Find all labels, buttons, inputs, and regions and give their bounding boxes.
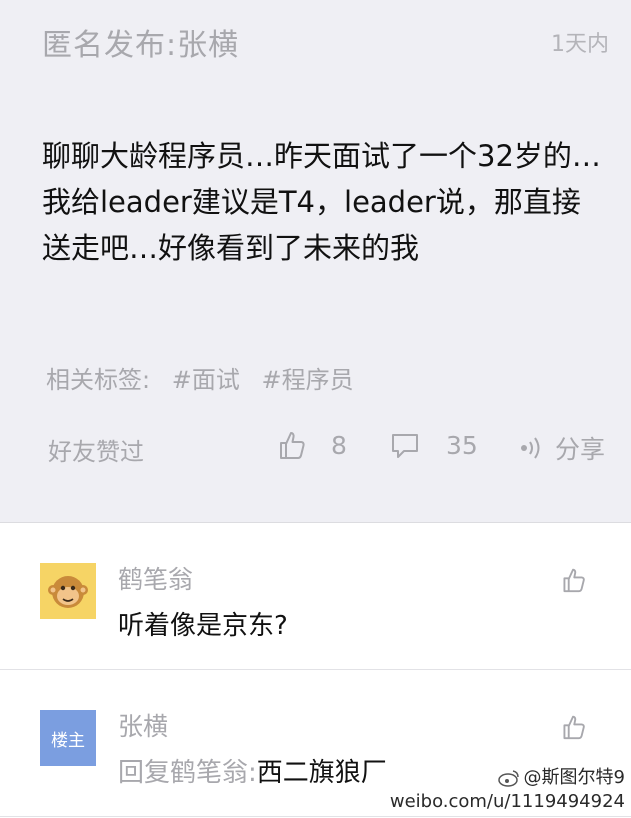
reply-text: 西二旗狼厂 xyxy=(256,758,387,788)
comment-text: 听着像是京东? xyxy=(118,611,288,641)
weibo-logo-icon xyxy=(497,770,519,787)
monkey-avatar-icon xyxy=(48,576,88,608)
share-broadcast-icon xyxy=(520,437,540,459)
thumbs-up-icon xyxy=(280,432,305,459)
comment-like-button[interactable] xyxy=(561,714,585,744)
watermark-url: weibo.com/u/1119494924 xyxy=(389,791,625,812)
thumbs-up-icon xyxy=(563,715,585,740)
post-author[interactable]: 匿名发布:张横 xyxy=(42,20,239,64)
comment-count: 35 xyxy=(446,430,478,460)
share-label: 分享 xyxy=(554,435,605,464)
tag-programmer[interactable]: #程序员 xyxy=(261,366,353,394)
avatar[interactable] xyxy=(40,563,96,619)
share-button[interactable]: 分享 xyxy=(519,430,605,466)
tags-label: 相关标签: xyxy=(46,366,151,394)
related-tags: 相关标签: #面试 #程序员 xyxy=(46,360,368,395)
like-count: 8 xyxy=(331,430,347,460)
reply-prefix[interactable]: 回复鹤笔翁: xyxy=(118,758,257,788)
post-actions: 好友赞过 8 35 分享 xyxy=(48,428,605,468)
commenter-name[interactable]: 鹤笔翁 xyxy=(118,560,193,596)
thumbs-up-icon xyxy=(563,568,585,593)
comment-item: 鹤笔翁 听着像是京东? xyxy=(0,523,631,670)
comment-text: 回复鹤笔翁:西二旗狼厂 xyxy=(118,752,387,789)
comment-bubble-icon xyxy=(392,434,418,458)
commenter-name[interactable]: 张横 xyxy=(118,707,168,743)
comment-like-button[interactable] xyxy=(561,567,585,597)
tag-interview[interactable]: #面试 xyxy=(172,366,240,394)
post-time: 1天内 xyxy=(551,32,609,57)
comment-button[interactable]: 35 xyxy=(390,430,478,460)
host-badge-avatar[interactable]: 楼主 xyxy=(40,710,96,766)
post-header: 匿名发布:张横 1天内 xyxy=(42,18,609,63)
post-body: 聊聊大龄程序员…昨天面试了一个32岁的…我给leader建议是T4，leader… xyxy=(42,139,601,265)
like-button[interactable]: 8 xyxy=(277,430,347,460)
post-card: 匿名发布:张横 1天内 聊聊大龄程序员…昨天面试了一个32岁的…我给leader… xyxy=(0,0,631,523)
watermark-handle: @斯图尔特9 xyxy=(523,767,625,788)
friends-liked-label[interactable]: 好友赞过 xyxy=(48,432,144,467)
weibo-watermark: @斯图尔特9 weibo.com/u/1119494924 xyxy=(390,766,625,814)
watermark-handle-row: @斯图尔特9 xyxy=(390,766,625,790)
